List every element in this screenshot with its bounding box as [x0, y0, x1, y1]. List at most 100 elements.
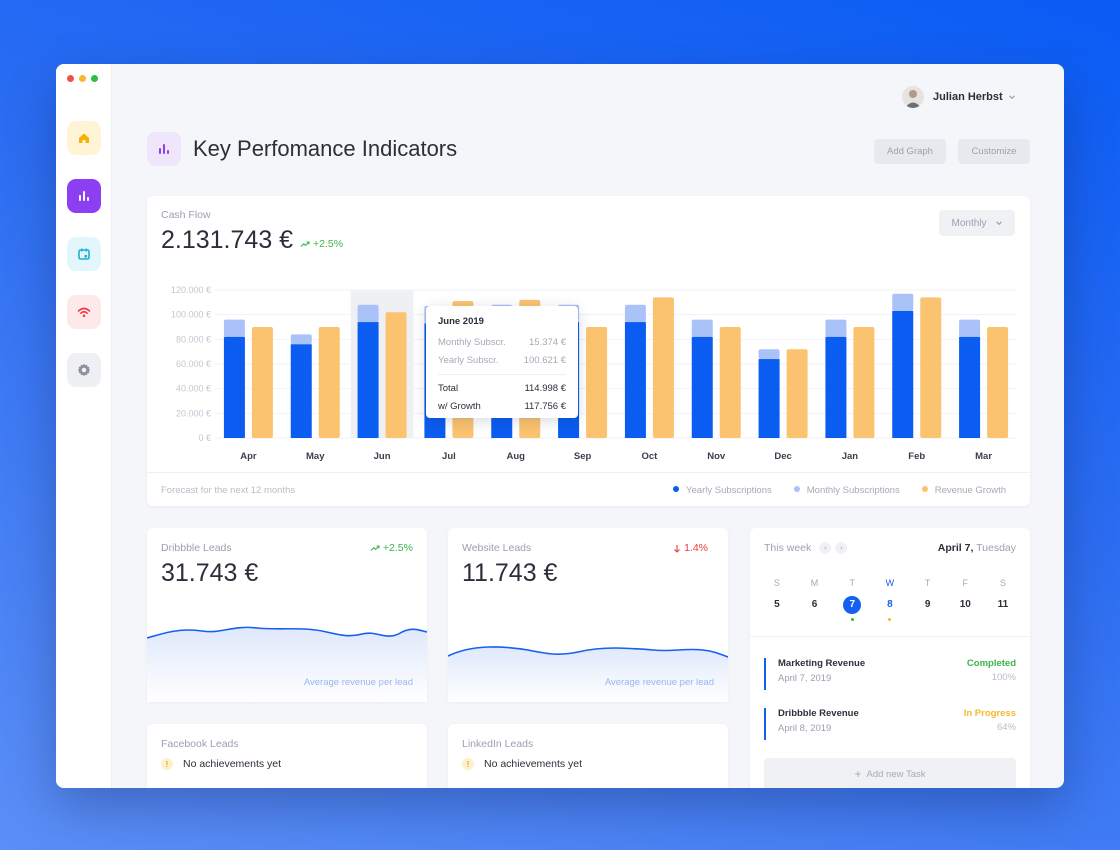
day-cell[interactable]: F 10 — [946, 578, 984, 621]
weekday-label: S — [999, 578, 1006, 588]
add-graph-button[interactable]: Add Graph — [874, 139, 946, 164]
y-tick-label: 60.000 € — [176, 359, 211, 369]
warning-icon: ! — [462, 758, 474, 770]
calendar-header: This week ‹ › April 7, Tuesday — [764, 542, 1016, 554]
prev-week-button[interactable]: ‹ — [819, 542, 832, 554]
bar-monthly-subscriptions — [892, 293, 914, 311]
weekday-label: S — [773, 578, 780, 588]
y-tick-label: 20.000 € — [176, 408, 211, 418]
weekday-label: T — [924, 578, 931, 588]
add-task-button[interactable]: + Add new Task — [764, 758, 1016, 788]
legend-label: Monthly Subscriptions — [806, 485, 900, 496]
bar-yearly-subscriptions — [892, 310, 914, 438]
day-cell[interactable]: T9 — [909, 578, 947, 621]
day-cell[interactable]: S 11 — [984, 578, 1022, 621]
day-number: 5 — [774, 599, 780, 610]
close-dot[interactable] — [67, 75, 74, 82]
card-label: Website Leads — [462, 542, 532, 554]
empty-state: ! No achievements yet — [161, 758, 281, 770]
y-tick-label: 0 € — [198, 433, 211, 443]
sidebar-item-settings[interactable] — [67, 353, 101, 387]
day-number: 6 — [811, 599, 818, 610]
y-tick-label: 120.000 € — [171, 285, 211, 295]
x-tick-label: Aug — [507, 451, 526, 462]
tooltip-row: Monthly Subscr. 15.374 € — [438, 337, 566, 348]
minimize-dot[interactable] — [79, 75, 86, 82]
cash-flow-chart: 120.000 € 100.000 € 80.000 € 60.000 € 40.000… — [171, 285, 1017, 462]
leads-value: 31.743 € — [161, 559, 259, 587]
bar-yearly-subscriptions — [825, 336, 847, 438]
x-tick-label: Jul — [442, 451, 456, 462]
bar-monthly-subscriptions — [624, 304, 646, 323]
task-item[interactable]: Dribbble Revenue April 8, 2019 In Progre… — [764, 708, 1016, 740]
x-tick-label: Sep — [574, 451, 592, 462]
revenue-sparkline — [147, 626, 427, 702]
x-tick-label: Jun — [374, 451, 391, 462]
growth-value: 1.4% — [684, 542, 708, 554]
day-number: 9 — [924, 599, 931, 610]
card-label: Facebook Leads — [161, 738, 239, 750]
card-label: Dribbble Leads — [161, 542, 232, 554]
task-progress: 100% — [991, 672, 1016, 683]
bar-revenue-growth — [318, 327, 340, 438]
tooltip-total: Total 114.998 € — [438, 383, 566, 394]
bar-monthly-subscriptions — [223, 319, 245, 337]
sidebar-item-network[interactable] — [67, 295, 101, 329]
bar-yearly-subscriptions — [357, 322, 379, 438]
legend-item[interactable]: Monthly Subscriptions — [793, 485, 900, 496]
empty-state-text: No achievements yet — [183, 758, 282, 770]
week-label: This week — [764, 542, 812, 554]
avatar — [902, 86, 924, 108]
calendar-card: This week ‹ › April 7, Tuesday S5 M6 T7 … — [750, 528, 1030, 788]
maximize-dot[interactable] — [91, 75, 98, 82]
bar-yearly-subscriptions — [290, 344, 312, 438]
legend-item[interactable]: Revenue Growth — [921, 485, 1006, 496]
task-date: April 7, 2019 — [778, 673, 832, 684]
y-tick-label: 40.000 € — [176, 384, 211, 394]
chevron-down-icon — [1008, 95, 1015, 100]
weekday-label: W — [885, 578, 895, 588]
legend-item[interactable]: Yearly Subscriptions — [673, 485, 772, 496]
sparkline-caption: Average revenue per lead — [303, 677, 413, 688]
next-week-button[interactable]: › — [835, 542, 848, 554]
gear-icon — [77, 363, 91, 377]
empty-state: ! No achievements yet — [462, 758, 582, 770]
x-tick-label: Jan — [842, 451, 859, 462]
bar-revenue-growth — [652, 297, 674, 438]
bar-monthly-subscriptions — [758, 349, 780, 360]
day-cell-selected[interactable]: T7 — [833, 578, 871, 621]
sidebar-item-home[interactable] — [67, 121, 101, 155]
day-cell[interactable]: S5 — [758, 578, 796, 621]
tooltip-growth: w/ Growth 117.756 € — [438, 401, 566, 412]
x-tick-label: Nov — [707, 451, 726, 462]
weekday-label: F — [962, 578, 969, 588]
bar-revenue-growth — [385, 312, 407, 438]
card-label: LinkedIn Leads — [462, 738, 534, 750]
home-icon — [79, 133, 89, 143]
growth-indicator: +2.5% — [370, 542, 413, 554]
task-status: In Progress — [963, 708, 1016, 719]
x-tick-label: Oct — [641, 451, 658, 462]
task-item[interactable]: Marketing Revenue April 7, 2019 Complete… — [764, 658, 1016, 690]
bar-yearly-subscriptions — [758, 359, 780, 438]
bar-monthly-subscriptions — [290, 334, 312, 345]
sidebar-item-calendar[interactable] — [67, 237, 101, 271]
x-tick-label: Dec — [774, 451, 791, 462]
week-nav: This week ‹ › — [764, 542, 848, 554]
tooltip-label: w/ Growth — [438, 401, 481, 412]
bar-monthly-subscriptions — [357, 304, 379, 323]
calendar-icon — [78, 248, 90, 260]
period-select[interactable]: Monthly — [939, 210, 1015, 236]
user-menu[interactable]: Julian Herbst — [902, 86, 1016, 108]
customize-button[interactable]: Customize — [958, 139, 1030, 164]
bar-chart-icon — [147, 132, 181, 166]
growth-indicator: 1.4% — [673, 542, 708, 554]
current-date: April 7, Tuesday — [938, 542, 1016, 554]
day-number: 8 — [887, 599, 893, 610]
day-cell[interactable]: M6 — [796, 578, 834, 621]
bar-revenue-growth — [987, 327, 1009, 438]
sidebar-item-analytics[interactable] — [67, 179, 101, 213]
day-cell[interactable]: W8 — [871, 578, 909, 621]
current-date-bold: April 7, — [937, 542, 974, 554]
bar-revenue-growth — [251, 327, 273, 438]
